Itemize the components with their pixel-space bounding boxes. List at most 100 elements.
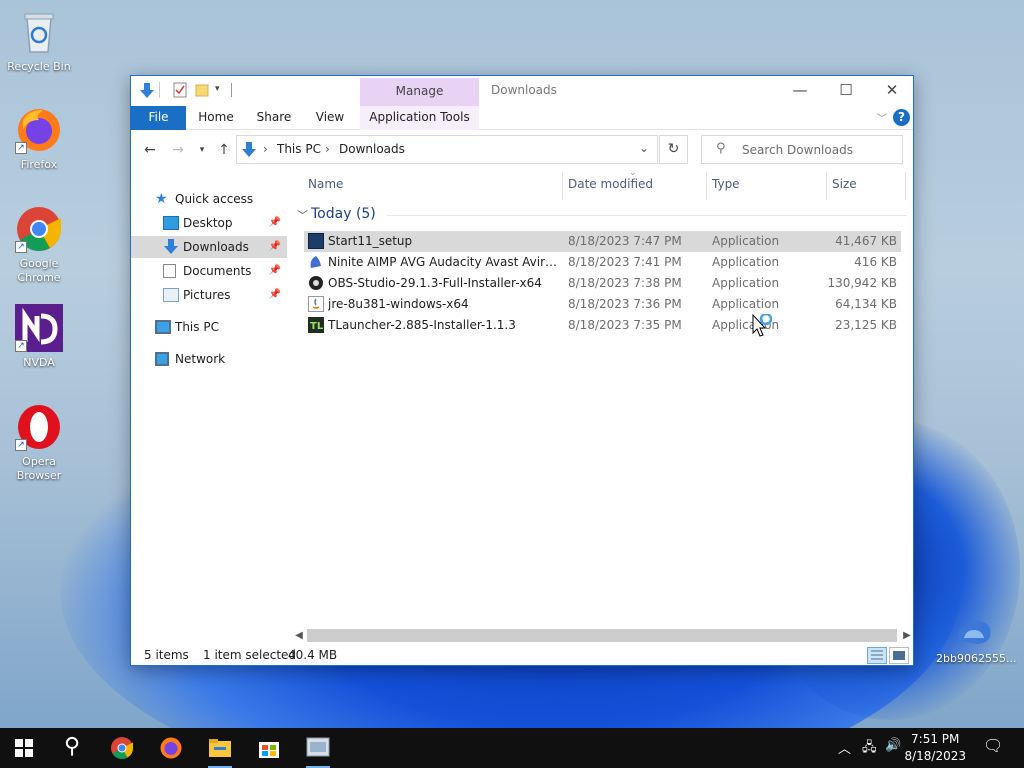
nav-item-documents[interactable]: Documents 📌 (131, 260, 287, 282)
file-row[interactable]: TL TLauncher-2.885-Installer-1.1.3 8/18/… (304, 315, 901, 336)
taskbar-store[interactable] (245, 728, 293, 768)
ninite-icon (308, 254, 324, 270)
up-button[interactable]: ↑ (213, 140, 235, 160)
column-header-size[interactable]: Size (832, 177, 857, 197)
search-input[interactable]: ⚲ Search Downloads (701, 135, 903, 164)
column-header-date-modified[interactable]: Date modified (568, 177, 653, 197)
tab-application-tools[interactable]: Application Tools (360, 106, 479, 130)
desktop-icon-label: 2bb9062555... (936, 652, 1017, 665)
help-icon[interactable]: ? (893, 109, 910, 126)
navigation-pane: ★ Quick access Desktop 📌 Downloads 📌 Doc… (131, 181, 291, 641)
pin-icon[interactable]: 📌 (269, 212, 281, 234)
start11-icon (308, 233, 324, 249)
close-button[interactable]: ✕ (869, 76, 915, 106)
desktop-icon-file[interactable]: 2bb9062555... (936, 616, 1017, 666)
tab-file[interactable]: File (131, 106, 186, 130)
volume-icon[interactable]: 🔊 (885, 738, 901, 753)
column-header-name[interactable]: Name (308, 177, 343, 197)
desktop-icon-label: Google Chrome (17, 257, 61, 284)
horizontal-scrollbar[interactable]: ◀ ▶ (291, 627, 915, 644)
desktop-icon-chrome[interactable]: ↗ Google Chrome (1, 205, 77, 285)
recent-locations-button[interactable]: ▾ (191, 140, 213, 160)
expand-ribbon-icon[interactable]: ﹀ (877, 110, 887, 125)
network-status-icon[interactable]: 🖧 (862, 738, 877, 760)
taskbar-chrome[interactable] (98, 728, 146, 768)
java-icon (308, 296, 324, 312)
desktop-icon-firefox[interactable]: ↗ Firefox (1, 106, 77, 172)
busy-cursor-icon (752, 312, 773, 338)
computer-icon (155, 320, 171, 334)
collapse-group-icon[interactable]: ﹀ (297, 207, 308, 223)
nav-item-pictures[interactable]: Pictures 📌 (131, 284, 287, 306)
taskbar-firefox[interactable] (147, 728, 195, 768)
clock-date: 8/18/2023 (904, 749, 966, 763)
properties-icon[interactable] (173, 82, 187, 100)
file-row[interactable]: Start11_setup 8/18/2023 7:47 PM Applicat… (304, 231, 901, 252)
chevron-right-icon[interactable]: › (325, 142, 330, 156)
file-row[interactable]: OBS-Studio-29.1.3-Full-Installer-x64 8/1… (304, 273, 901, 294)
pin-icon[interactable]: 📌 (269, 260, 281, 282)
nav-item-network[interactable]: Network (131, 348, 287, 370)
column-header-type[interactable]: Type (712, 177, 740, 197)
taskbar-file-explorer[interactable] (196, 728, 244, 768)
tab-home[interactable]: Home (191, 106, 241, 130)
manage-contextual-tab[interactable]: Manage (360, 78, 479, 106)
store-icon (259, 742, 279, 758)
file-row[interactable]: jre-8u381-windows-x64 8/18/2023 7:36 PM … (304, 294, 901, 315)
downloads-arrow-icon (139, 82, 155, 100)
refresh-button[interactable]: ↻ (659, 135, 688, 164)
breadcrumb-downloads[interactable]: Downloads (339, 142, 405, 156)
window-title: Downloads (491, 83, 557, 97)
minimize-button[interactable]: — (777, 76, 823, 106)
chevron-right-icon[interactable]: › (263, 142, 268, 156)
details-view-icon[interactable] (867, 647, 887, 664)
nvda-icon: ↗ (15, 304, 63, 352)
desktop-icon-opera[interactable]: ↗ Opera Browser (1, 403, 77, 483)
clock-time: 7:51 PM (911, 732, 960, 746)
notifications-icon[interactable]: 🗨 (983, 736, 1003, 755)
search-placeholder: Search Downloads (742, 143, 853, 157)
recycle-bin-icon (15, 8, 63, 56)
forward-button[interactable]: → (167, 140, 189, 160)
title-bar[interactable]: ▾ Manage Downloads — ☐ ✕ (131, 76, 913, 106)
desktop-icon-nvda[interactable]: ↗ NVDA (1, 304, 77, 370)
nav-item-desktop[interactable]: Desktop 📌 (131, 212, 287, 234)
search-icon: ⚲ (63, 734, 81, 759)
nav-item-downloads[interactable]: Downloads 📌 (131, 236, 287, 258)
customize-toolbar-icon[interactable]: ▾ (215, 84, 220, 102)
back-button[interactable]: ← (139, 140, 161, 160)
network-icon (155, 352, 169, 366)
file-explorer-window[interactable]: ▾ Manage Downloads — ☐ ✕ File Home Share… (130, 75, 914, 666)
file-row[interactable]: Ninite AIMP AVG Audacity Avast Avira Bl.… (304, 252, 901, 273)
desktop-folder-icon (163, 216, 179, 230)
scroll-left-icon[interactable]: ◀ (291, 627, 307, 644)
file-explorer-icon (209, 739, 231, 757)
selection-info: 1 item selected (203, 648, 297, 662)
clock[interactable]: 7:51 PM 8/18/2023 (904, 731, 966, 765)
scroll-right-icon[interactable]: ▶ (899, 627, 915, 644)
tab-view[interactable]: View (307, 106, 353, 130)
nav-item-this-pc[interactable]: This PC (131, 316, 287, 338)
sort-chevron-icon: ⌄ (629, 168, 637, 178)
pin-icon[interactable]: 📌 (269, 236, 281, 258)
scrollbar-thumb[interactable] (307, 629, 897, 642)
tab-share[interactable]: Share (249, 106, 299, 130)
large-icons-view-icon[interactable] (889, 647, 909, 664)
desktop-icon-label: Firefox (20, 158, 58, 171)
taskbar-app[interactable] (294, 728, 342, 768)
desktop-icon-recycle-bin[interactable]: Recycle Bin (1, 8, 77, 74)
pin-icon[interactable]: 📌 (269, 284, 281, 306)
maximize-button[interactable]: ☐ (823, 76, 869, 106)
address-bar[interactable]: › This PC › Downloads ⌄ (236, 135, 658, 164)
chevron-down-icon[interactable]: ⌄ (639, 141, 649, 155)
group-header[interactable]: Today (5) (311, 206, 376, 222)
downloads-arrow-icon (241, 141, 257, 162)
desktop-icon-label: Recycle Bin (7, 60, 71, 73)
nav-item-quick-access[interactable]: ★ Quick access (131, 188, 287, 210)
start-button[interactable] (0, 728, 48, 768)
breadcrumb-this-pc[interactable]: This PC (277, 142, 321, 156)
search-button[interactable]: ⚲ (48, 728, 96, 768)
star-icon: ★ (155, 191, 168, 207)
new-folder-icon[interactable] (195, 82, 209, 100)
show-hidden-icons-icon[interactable]: ︿ (838, 738, 851, 757)
